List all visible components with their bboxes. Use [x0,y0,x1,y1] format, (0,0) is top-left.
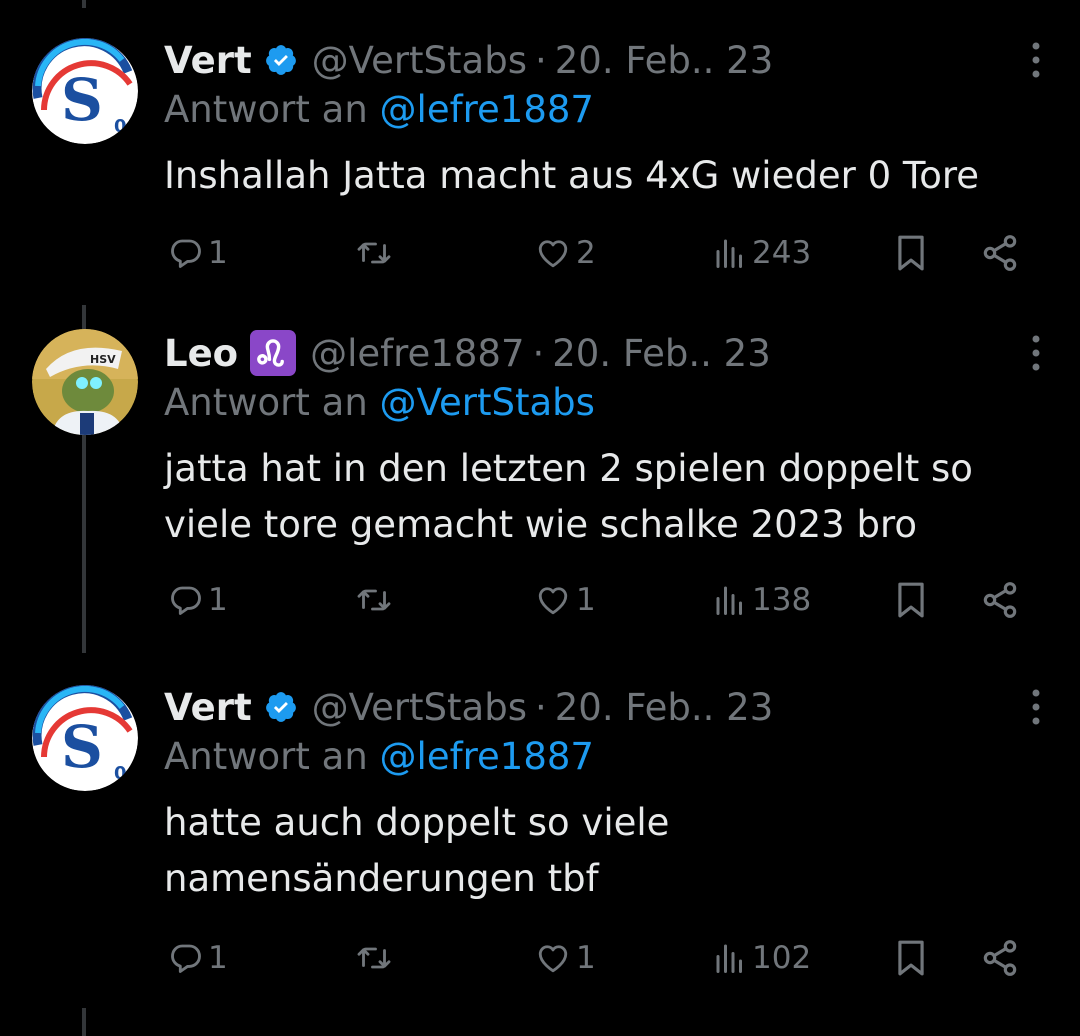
thread-line-bottom [82,1008,86,1036]
reply-context: Antwort an @lefre1887 [164,88,594,131]
reply-button[interactable]: 1 [168,228,228,278]
views-icon [716,944,742,973]
separator: · [532,331,545,375]
retweet-icon [357,947,391,969]
tweet-date[interactable]: 20. Feb.. 23 [555,39,773,82]
more-options-icon[interactable] [1030,333,1042,373]
tweet[interactable]: S 04 Vert @VertStabs · 20. Feb.. 23 Antw… [0,30,1080,290]
tweet-header: Vert @VertStabs · 20. Feb.. 23 [164,677,773,737]
verified-badge-icon [264,690,298,724]
svg-text:S: S [61,713,103,781]
views-button[interactable]: 138 [712,575,811,625]
reply-icon [171,239,201,268]
bookmark-button[interactable] [892,575,930,625]
bookmark-button[interactable] [892,933,930,983]
thread-line-top [82,0,86,8]
tweet[interactable]: HSV Leo @lefre1887 · 20. Feb.. 23 Antwor… [0,323,1080,643]
retweet-button[interactable] [354,575,398,625]
share-button[interactable] [980,575,1020,625]
author-name[interactable]: Vert [164,686,252,729]
share-button[interactable] [980,228,1020,278]
tweet[interactable]: S 04 Vert @VertStabs · 20. Feb.. 23 Antw… [0,677,1080,997]
svg-text:04: 04 [114,116,138,137]
reply-prefix: Antwort an [164,735,368,778]
reply-count: 1 [208,582,228,618]
tweet-date[interactable]: 20. Feb.. 23 [555,686,773,729]
reply-icon [171,586,201,615]
tweet-text: jatta hat in den letzten 2 spielen doppe… [164,447,973,546]
reply-count: 1 [208,235,228,271]
reply-prefix: Antwort an [164,88,368,131]
views-count: 243 [752,235,812,271]
author-name[interactable]: Vert [164,39,252,82]
leo-zodiac-icon [250,330,297,376]
views-button[interactable]: 102 [712,933,811,983]
author-name[interactable]: Leo [164,332,238,375]
views-icon [716,586,742,615]
more-options-icon[interactable] [1030,687,1042,727]
author-handle[interactable]: @VertStabs [312,39,527,82]
separator: · [535,685,547,729]
retweet-button[interactable] [354,228,398,278]
tweet-header: Leo @lefre1887 · 20. Feb.. 23 [164,323,771,383]
tweet-header: Vert @VertStabs · 20. Feb.. 23 [164,30,773,90]
share-button[interactable] [980,933,1020,983]
tweet-date[interactable]: 20. Feb.. 23 [552,332,770,375]
reply-icon [171,944,201,973]
like-count: 2 [576,235,596,271]
separator: · [535,38,547,82]
like-button[interactable]: 1 [534,933,596,983]
reply-mention-link[interactable]: @lefre1887 [380,88,594,131]
heart-icon [538,240,568,268]
author-handle[interactable]: @VertStabs [312,686,527,729]
tweet-actions: 1 1 102 [164,933,1044,983]
tweet-actions: 1 1 138 [164,575,1044,625]
reply-prefix: Antwort an [164,381,368,424]
reply-mention-link[interactable]: @VertStabs [380,381,595,424]
retweet-icon [357,242,391,264]
like-count: 1 [576,582,596,618]
tweet-text: Inshallah Jatta macht aus 4xG wieder 0 T… [164,154,979,197]
avatar[interactable]: S 04 [32,685,138,791]
bookmark-icon [898,582,924,618]
reply-button[interactable]: 1 [168,575,228,625]
reply-context: Antwort an @VertStabs [164,381,595,424]
bookmark-button[interactable] [892,228,930,278]
views-icon [716,239,742,268]
like-count: 1 [576,940,596,976]
avatar[interactable]: HSV [32,329,138,435]
reply-button[interactable]: 1 [168,933,228,983]
svg-text:HSV: HSV [90,353,116,366]
author-handle[interactable]: @lefre1887 [310,332,524,375]
tweet-text: hatte auch doppelt so viele namensänderu… [164,801,670,900]
share-icon [983,582,1017,618]
more-options-icon[interactable] [1030,40,1042,80]
views-count: 102 [752,940,812,976]
verified-badge-icon [264,43,298,77]
svg-text:04: 04 [114,763,138,784]
reply-mention-link[interactable]: @lefre1887 [380,735,594,778]
retweet-button[interactable] [354,933,398,983]
views-button[interactable]: 243 [712,228,811,278]
avatar[interactable]: S 04 [32,38,138,144]
reply-context: Antwort an @lefre1887 [164,735,594,778]
hsv-character-avatar-icon: HSV [32,329,138,435]
like-button[interactable]: 2 [534,228,596,278]
tweet-actions: 1 2 243 [164,228,1044,278]
like-button[interactable]: 1 [534,575,596,625]
reply-count: 1 [208,940,228,976]
svg-text:S: S [61,66,103,134]
bookmark-icon [898,235,924,271]
share-icon [983,235,1017,271]
bookmark-icon [898,940,924,976]
schalke-logo-avatar-icon: S 04 [32,38,138,144]
heart-icon [538,945,568,973]
share-icon [983,940,1017,976]
retweet-icon [357,589,391,611]
heart-icon [538,587,568,615]
views-count: 138 [752,582,812,618]
schalke-logo-avatar-icon: S 04 [32,685,138,791]
